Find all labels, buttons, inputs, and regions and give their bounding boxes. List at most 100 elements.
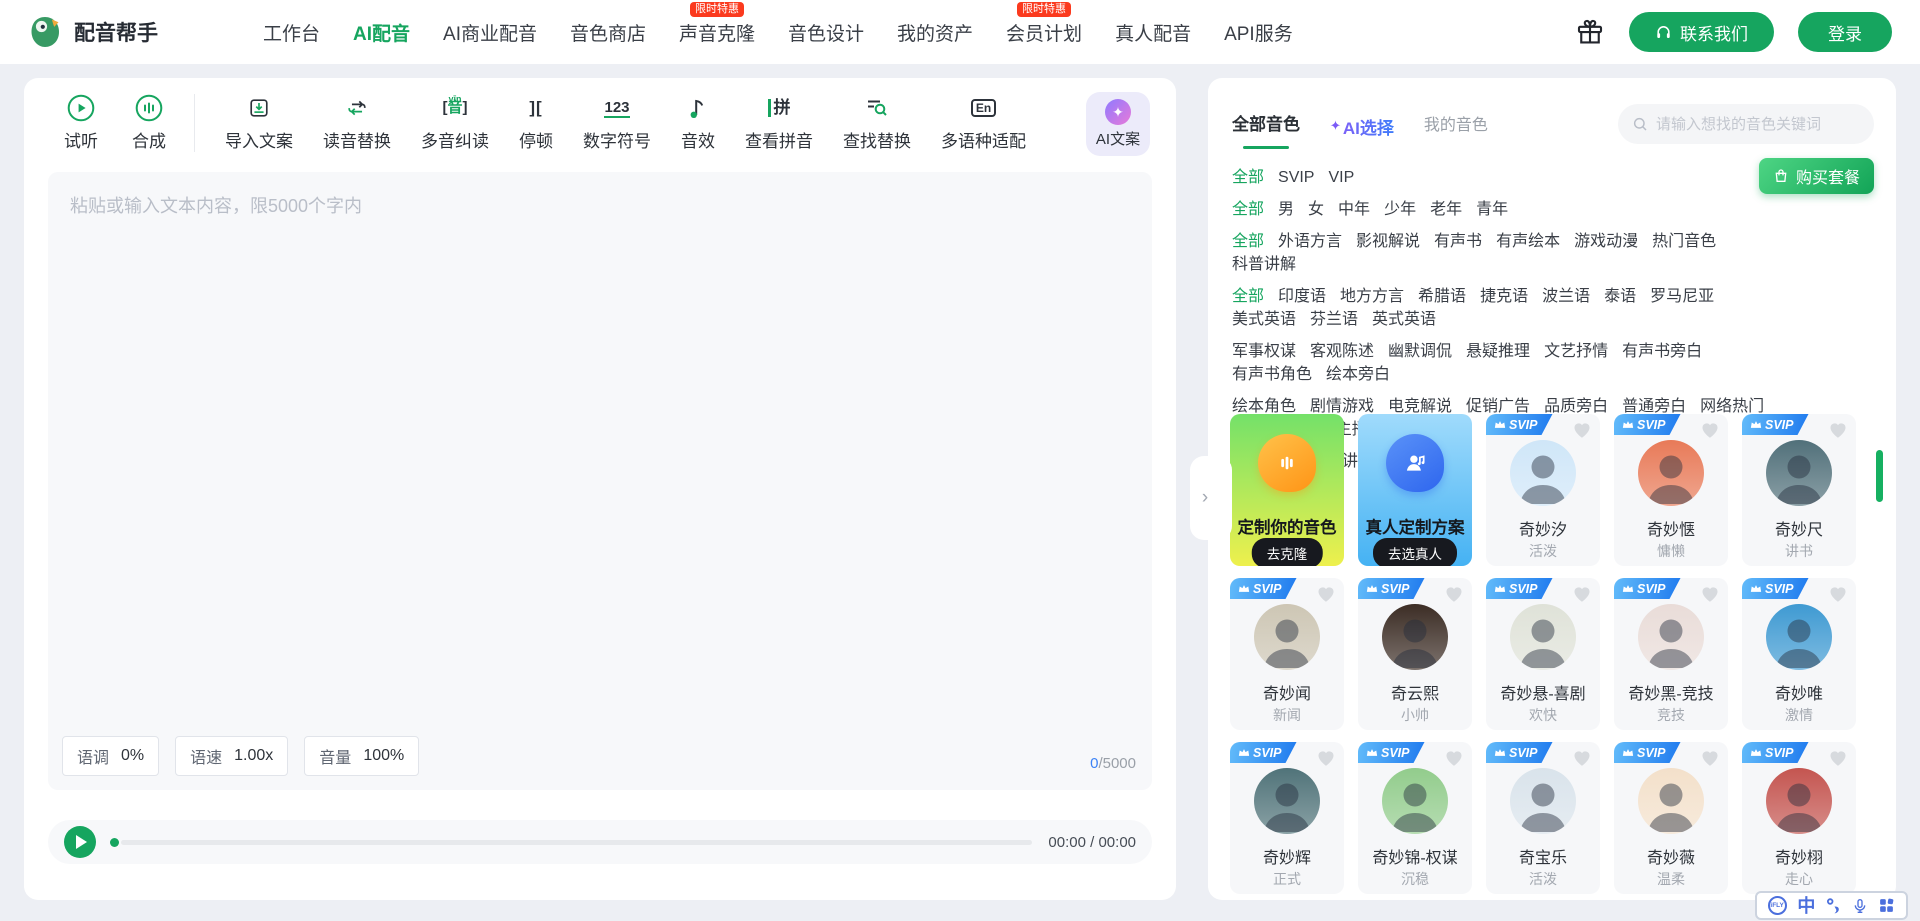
- tool-pause[interactable]: ][停顿: [519, 94, 553, 152]
- filter-item[interactable]: 有声书角色: [1232, 363, 1312, 386]
- ifly-logo-icon[interactable]: iFLY: [1768, 896, 1787, 915]
- voice-card[interactable]: SVIP奇云熙小帅: [1358, 578, 1472, 730]
- favorite-heart-icon[interactable]: [1700, 421, 1720, 439]
- favorite-heart-icon[interactable]: [1316, 585, 1336, 603]
- favorite-heart-icon[interactable]: [1572, 749, 1592, 767]
- mic-icon[interactable]: [1852, 897, 1868, 915]
- voice-card[interactable]: SVIP奇妙栩走心: [1742, 742, 1856, 894]
- filter-item[interactable]: 悬疑推理: [1466, 340, 1530, 363]
- favorite-heart-icon[interactable]: [1700, 749, 1720, 767]
- filter-item[interactable]: 罗马尼亚: [1650, 285, 1714, 308]
- filter-item[interactable]: 老年: [1430, 198, 1462, 221]
- filter-item[interactable]: 泰语: [1604, 285, 1636, 308]
- filter-item[interactable]: 美式英语: [1232, 308, 1296, 331]
- synthesize-button[interactable]: 合成: [132, 94, 166, 152]
- panel-collapse-handle[interactable]: ›: [1190, 456, 1232, 540]
- voice-card[interactable]: SVIP奇妙惬慵懒: [1614, 414, 1728, 566]
- favorite-heart-icon[interactable]: [1444, 749, 1464, 767]
- scrollbar-thumb[interactable]: [1876, 450, 1883, 502]
- voice-card[interactable]: SVIP奇妙闻新闻: [1230, 578, 1344, 730]
- voice-card[interactable]: SVIP奇妙悬-喜剧欢快: [1486, 578, 1600, 730]
- tool-import-doc[interactable]: 导入文案: [225, 94, 293, 152]
- filter-item[interactable]: 军事权谋: [1232, 340, 1296, 363]
- filter-item[interactable]: 中年: [1338, 198, 1370, 221]
- tab-ai-select[interactable]: ✦AI选择: [1330, 114, 1394, 139]
- voice-card[interactable]: SVIP奇宝乐活泼: [1486, 742, 1600, 894]
- voice-search-input[interactable]: [1656, 116, 1860, 133]
- tool-find-replace[interactable]: 查找替换: [843, 94, 911, 152]
- tool-polyphonic[interactable]: yīn[音]多音纠读: [421, 94, 489, 152]
- favorite-heart-icon[interactable]: [1316, 749, 1336, 767]
- tool-number-symbol[interactable]: 123数字符号: [583, 94, 651, 152]
- chinese-mode-icon[interactable]: 中: [1797, 897, 1815, 915]
- nav-item[interactable]: AI配音: [353, 19, 410, 46]
- filter-item[interactable]: 影视解说: [1356, 230, 1420, 253]
- listen-button[interactable]: 试听: [64, 94, 98, 152]
- punctuation-icon[interactable]: [1826, 897, 1841, 914]
- filter-item[interactable]: 绘本旁白: [1326, 363, 1390, 386]
- filter-item[interactable]: 科普讲解: [1232, 253, 1296, 276]
- favorite-heart-icon[interactable]: [1572, 585, 1592, 603]
- nav-item[interactable]: 限时特惠声音克隆: [679, 19, 755, 46]
- favorite-heart-icon[interactable]: [1700, 585, 1720, 603]
- filter-item[interactable]: SVIP: [1278, 166, 1314, 189]
- filter-item[interactable]: 热门音色: [1652, 230, 1716, 253]
- favorite-heart-icon[interactable]: [1828, 749, 1848, 767]
- promo-card-clone[interactable]: 定制你的音色去克隆: [1230, 414, 1344, 566]
- ai-copywriting-button[interactable]: ✦ AI文案: [1086, 92, 1150, 156]
- voice-card[interactable]: SVIP奇妙唯激情: [1742, 578, 1856, 730]
- tool-pronunciation-swap[interactable]: 读音替换: [323, 94, 391, 152]
- voice-card[interactable]: SVIP奇妙薇温柔: [1614, 742, 1728, 894]
- tab-my-voices[interactable]: 我的音色: [1424, 111, 1488, 135]
- filter-item[interactable]: VIP: [1328, 166, 1354, 189]
- filter-item[interactable]: 少年: [1384, 198, 1416, 221]
- nav-item[interactable]: 我的资产: [897, 19, 973, 46]
- promo-card-human[interactable]: 真人定制方案去选真人: [1358, 414, 1472, 566]
- brand-logo[interactable]: 配音帮手: [28, 14, 158, 50]
- tab-all-voices[interactable]: 全部音色: [1232, 110, 1300, 135]
- nav-item[interactable]: 音色商店: [570, 19, 646, 46]
- filter-item[interactable]: 捷克语: [1480, 285, 1528, 308]
- favorite-heart-icon[interactable]: [1572, 421, 1592, 439]
- player-slider-handle[interactable]: [110, 838, 119, 847]
- filter-item[interactable]: 全部: [1232, 198, 1264, 221]
- apps-grid-icon[interactable]: [1878, 897, 1895, 914]
- nav-item[interactable]: 限时特惠会员计划: [1006, 19, 1082, 46]
- filter-item[interactable]: 英式英语: [1372, 308, 1436, 331]
- filter-item[interactable]: 希腊语: [1418, 285, 1466, 308]
- promo-action-button[interactable]: 去选真人: [1373, 538, 1457, 566]
- promo-action-button[interactable]: 去克隆: [1252, 538, 1323, 566]
- player-play-button[interactable]: [64, 826, 96, 858]
- filter-item[interactable]: 青年: [1476, 198, 1508, 221]
- control-音量[interactable]: 音量100%: [304, 736, 419, 776]
- contact-us-button[interactable]: 联系我们: [1629, 12, 1774, 52]
- nav-item[interactable]: API服务: [1224, 19, 1293, 46]
- nav-item[interactable]: 音色设计: [788, 19, 864, 46]
- gift-icon[interactable]: [1575, 17, 1605, 47]
- nav-item[interactable]: AI商业配音: [443, 19, 537, 46]
- filter-item[interactable]: 男: [1278, 198, 1294, 221]
- control-语调[interactable]: 语调0%: [62, 736, 159, 776]
- nav-item[interactable]: 真人配音: [1115, 19, 1191, 46]
- filter-item[interactable]: 女: [1308, 198, 1324, 221]
- filter-item[interactable]: 外语方言: [1278, 230, 1342, 253]
- favorite-heart-icon[interactable]: [1444, 585, 1464, 603]
- control-语速[interactable]: 语速1.00x: [175, 736, 288, 776]
- filter-item[interactable]: 芬兰语: [1310, 308, 1358, 331]
- favorite-heart-icon[interactable]: [1828, 585, 1848, 603]
- filter-item[interactable]: 全部: [1232, 166, 1264, 189]
- player-progress-track[interactable]: [121, 840, 1032, 845]
- filter-item[interactable]: 有声书旁白: [1622, 340, 1702, 363]
- filter-item[interactable]: 印度语: [1278, 285, 1326, 308]
- tool-pinyin[interactable]: 拼查看拼音: [745, 94, 813, 152]
- filter-item[interactable]: 波兰语: [1542, 285, 1590, 308]
- filter-item[interactable]: 有声书: [1434, 230, 1482, 253]
- script-textarea[interactable]: [48, 172, 1152, 726]
- filter-item[interactable]: 文艺抒情: [1544, 340, 1608, 363]
- filter-item[interactable]: 客观陈述: [1310, 340, 1374, 363]
- tool-multilingual[interactable]: En多语种适配: [941, 94, 1026, 152]
- filter-item[interactable]: 全部: [1232, 285, 1264, 308]
- filter-item[interactable]: 游戏动漫: [1574, 230, 1638, 253]
- login-button[interactable]: 登录: [1798, 12, 1892, 52]
- filter-item[interactable]: 地方方言: [1340, 285, 1404, 308]
